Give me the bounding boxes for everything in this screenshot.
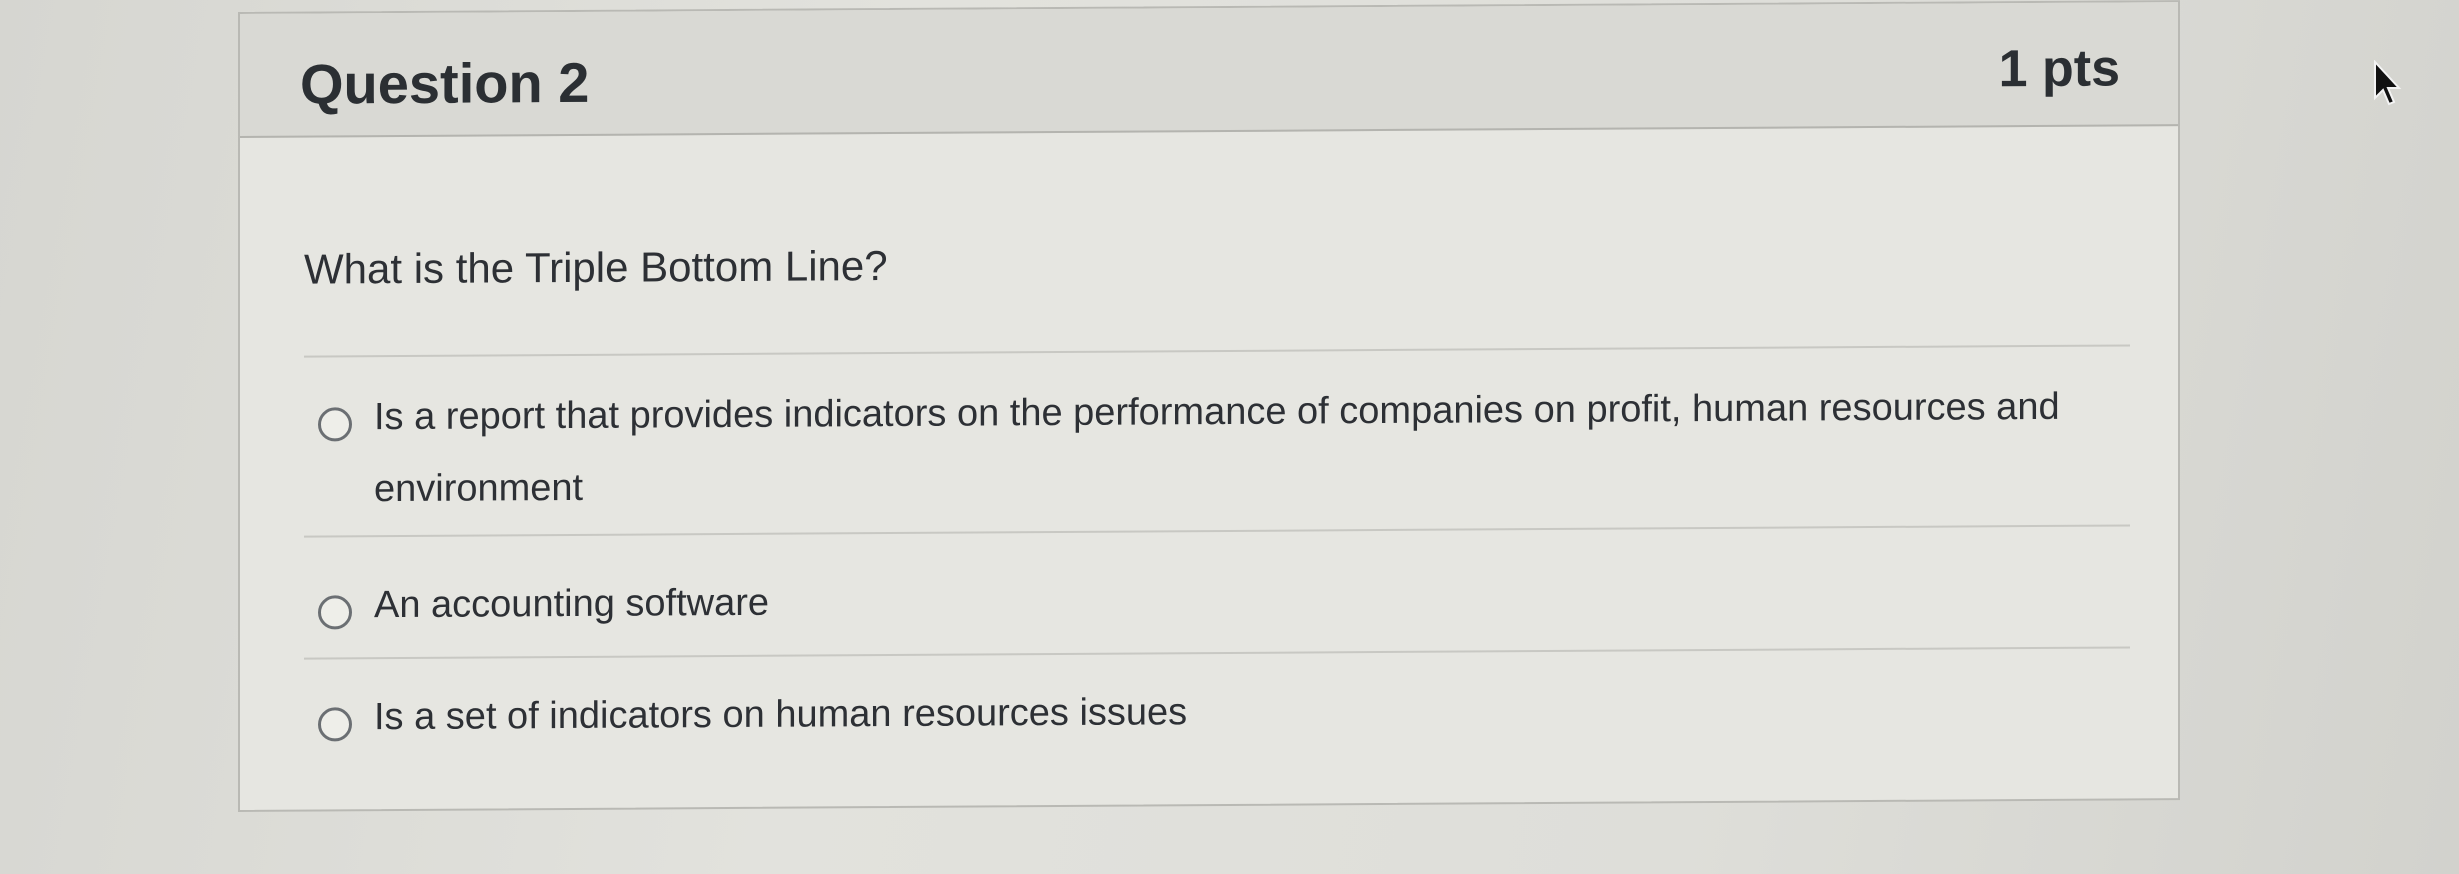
mouse-pointer-icon (2374, 60, 2402, 106)
answer-divider (304, 524, 2130, 538)
page: Question 2 1 pts What is the Triple Bott… (0, 0, 2459, 874)
question-title: Question 2 (300, 50, 590, 116)
radio-unchecked-icon[interactable] (318, 407, 352, 442)
question-points: 1 pts (1998, 39, 2120, 99)
radio-unchecked-icon[interactable] (318, 595, 352, 630)
answer-label: An accounting software (374, 581, 770, 627)
question-text: What is the Triple Bottom Line? (304, 242, 888, 293)
answer-option-1[interactable]: Is a report that provides indicators on … (318, 386, 2118, 526)
answer-label: Is a set of indicators on human resource… (374, 691, 1188, 739)
answers-top-divider (304, 344, 2130, 358)
radio-unchecked-icon[interactable] (318, 707, 352, 742)
question-card: Question 2 1 pts What is the Triple Bott… (238, 0, 2180, 813)
answer-option-3[interactable]: Is a set of indicators on human resource… (318, 689, 2118, 754)
answer-divider (304, 646, 2130, 660)
answer-label: Is a report that provides indicators on … (374, 385, 2060, 511)
question-header: Question 2 1 pts (240, 2, 2178, 138)
answer-option-2[interactable]: An accounting software (318, 577, 2118, 642)
